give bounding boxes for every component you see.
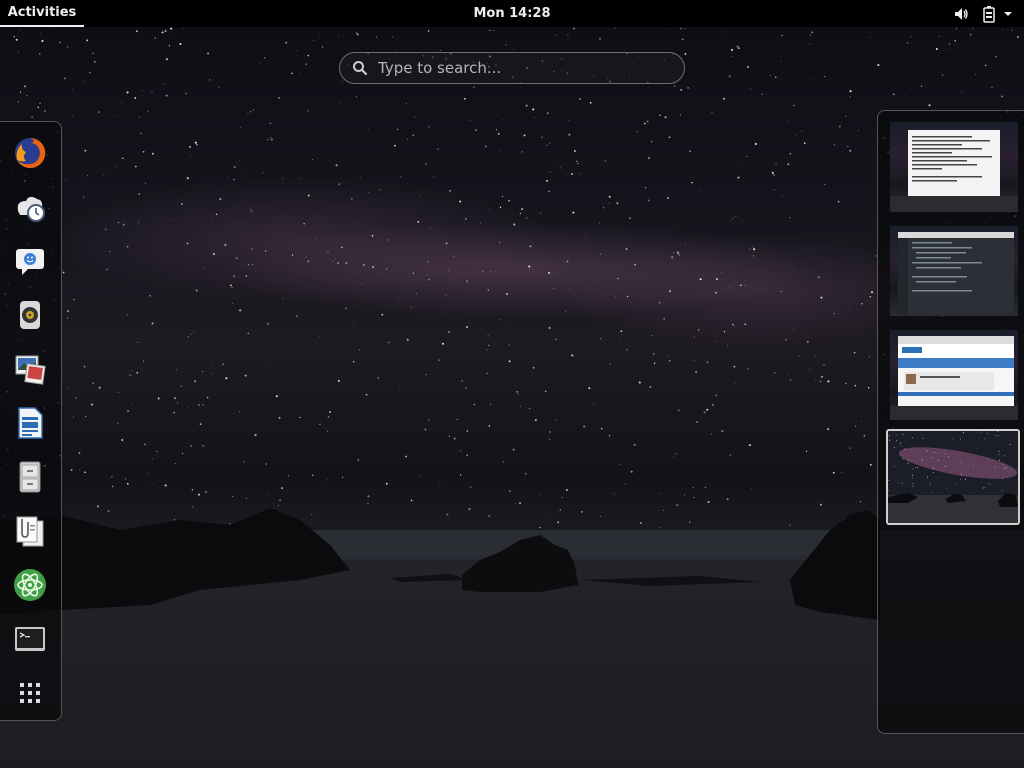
terminal-window-thumbnail <box>890 130 1018 212</box>
clock-label[interactable]: Mon 14:28 <box>473 6 550 21</box>
photos-icon <box>15 355 46 385</box>
workspace-thumbnail-3[interactable] <box>890 330 1018 420</box>
empty-desktop-thumbnail <box>888 431 1018 523</box>
atom-icon <box>14 569 46 601</box>
music-player-icon <box>20 301 40 329</box>
workspace-switcher <box>877 110 1024 734</box>
dash-item-files[interactable] <box>7 454 53 500</box>
chevron-down-icon <box>1004 11 1012 16</box>
browser-window-thumbnail <box>890 336 1018 420</box>
system-menu-button[interactable] <box>978 0 1016 27</box>
dash-item-backups[interactable] <box>7 184 53 230</box>
editor-window-thumbnail <box>898 232 1014 314</box>
chat-icon <box>16 249 44 275</box>
terminal-icon <box>15 627 45 651</box>
system-tray <box>950 0 1016 27</box>
workspace-thumbnail-4-active[interactable] <box>886 429 1020 525</box>
backups-icon <box>17 196 45 222</box>
top-bar: Activities Mon 14:28 <box>0 0 1024 27</box>
dash-item-shotwell[interactable] <box>7 346 53 392</box>
file-cabinet-icon <box>19 461 41 493</box>
workspace-thumbnail-1[interactable] <box>890 122 1018 212</box>
dash-item-firefox[interactable] <box>7 130 53 176</box>
volume-icon <box>955 7 968 20</box>
search-input[interactable] <box>376 58 670 78</box>
battery-icon <box>983 5 995 23</box>
search-bar[interactable] <box>339 52 685 84</box>
document-icon <box>18 407 43 439</box>
dash <box>0 121 62 721</box>
activities-label: Activities <box>7 5 77 20</box>
volume-indicator[interactable] <box>950 0 972 27</box>
dash-item-rhythmbox[interactable] <box>7 292 53 338</box>
desktop-background <box>0 0 1024 768</box>
dash-item-writer[interactable] <box>7 400 53 446</box>
rock-right <box>790 510 880 620</box>
clock: Mon 14:28 <box>0 0 1024 27</box>
dash-item-atom[interactable] <box>7 562 53 608</box>
dash-item-terminal[interactable] <box>7 616 53 662</box>
activities-button[interactable]: Activities <box>0 0 84 27</box>
dash-item-document-viewer[interactable] <box>7 508 53 554</box>
app-grid-icon <box>20 683 40 703</box>
firefox-icon <box>15 137 46 168</box>
night-sky-background <box>0 27 1024 768</box>
search-icon <box>353 61 368 76</box>
workspace-thumbnail-2[interactable] <box>890 226 1018 316</box>
dash-item-empathy[interactable] <box>7 238 53 284</box>
show-applications-button[interactable] <box>7 670 53 716</box>
document-viewer-icon <box>16 516 44 547</box>
